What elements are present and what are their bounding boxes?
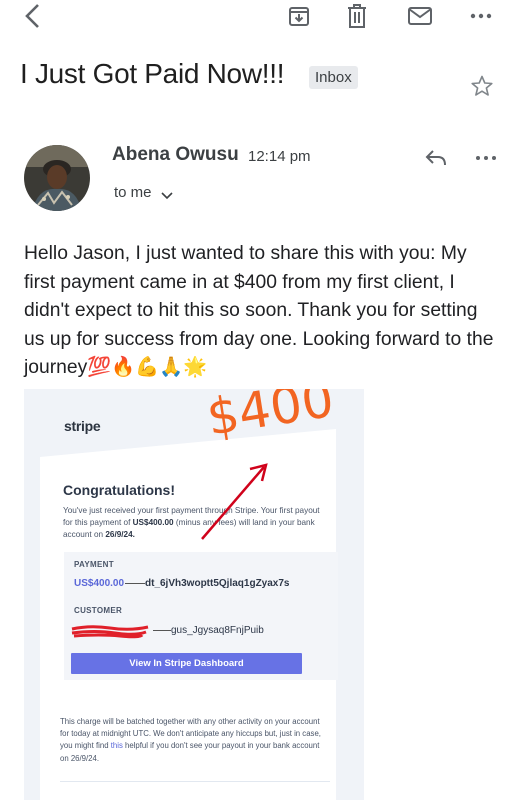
congrats-heading: Congratulations!: [63, 482, 175, 498]
more-options-button[interactable]: [466, 2, 496, 30]
view-dashboard-button[interactable]: View In Stripe Dashboard: [71, 653, 302, 674]
sender-name: Abena Owusu: [112, 144, 239, 165]
recipients-summary[interactable]: to me: [114, 184, 152, 201]
mark-unread-button[interactable]: [405, 2, 435, 30]
reply-button[interactable]: [422, 146, 450, 170]
star-icon: [471, 75, 493, 96]
archive-button[interactable]: [284, 2, 314, 30]
trash-icon: [348, 4, 366, 28]
recipient-details-toggle[interactable]: [160, 188, 174, 202]
dash-separator: [153, 630, 171, 631]
email-body: Hello Jason, I just wanted to share this…: [24, 243, 494, 379]
annotation-arrow: [201, 463, 268, 540]
delete-button[interactable]: [342, 2, 372, 30]
mail-icon: [408, 7, 432, 25]
email-subject: I Just Got Paid Now!!!: [20, 58, 285, 89]
redaction-scribble: [71, 625, 149, 639]
more-horizontal-icon: [470, 13, 492, 19]
archive-icon: [289, 7, 309, 26]
message-more-button[interactable]: [472, 148, 500, 168]
divider: [60, 781, 330, 782]
star-button[interactable]: [468, 72, 496, 100]
more-horizontal-icon: [476, 156, 496, 160]
customer-heading: CUSTOMER: [74, 606, 123, 615]
payment-id: dt_6jVh3woptt5Qjlaq1gZyax7s: [145, 578, 290, 589]
reply-icon: [425, 150, 446, 166]
chevron-down-icon: [161, 192, 173, 200]
back-button[interactable]: [18, 2, 48, 30]
sent-time: 12:14 pm: [248, 148, 311, 165]
batch-note: This charge will be batched together wit…: [60, 717, 321, 763]
stripe-email-screenshot[interactable]: stripe $400 Congratulations! You've just…: [24, 389, 364, 800]
help-link[interactable]: this: [111, 741, 123, 750]
inbox-label[interactable]: Inbox: [309, 66, 358, 89]
avatar[interactable]: [24, 145, 90, 211]
stripe-logo: stripe: [64, 418, 101, 434]
payment-amount: US$400.00: [74, 578, 125, 589]
payment-heading: PAYMENT: [74, 560, 114, 569]
dash-separator: [125, 583, 145, 584]
arrow-back-icon: [25, 4, 39, 28]
customer-id: gus_Jgysaq8FnjPuib: [171, 625, 264, 636]
